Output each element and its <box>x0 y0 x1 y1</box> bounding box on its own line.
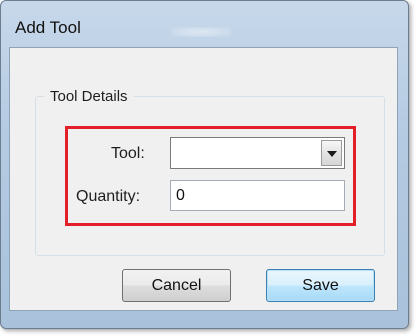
save-button[interactable]: Save <box>266 269 375 302</box>
dialog-title: Add Tool <box>15 18 81 37</box>
tool-label: Tool: <box>111 145 145 162</box>
cancel-button[interactable]: Cancel <box>122 269 231 302</box>
tool-dropdown-button[interactable] <box>321 140 342 166</box>
quantity-label: Quantity: <box>76 188 141 205</box>
tool-combobox[interactable] <box>170 137 345 169</box>
add-tool-dialog: Add Tool Tool Details Tool: Quantity: 0 … <box>0 0 409 329</box>
title-bar-glow <box>171 27 231 37</box>
title-bar[interactable]: Add Tool <box>1 1 408 45</box>
quantity-field[interactable]: 0 <box>170 180 345 211</box>
dialog-body: Tool Details Tool: Quantity: 0 Cancel Sa… <box>9 47 398 311</box>
chevron-down-icon <box>327 151 337 157</box>
groupbox-legend: Tool Details <box>44 88 134 105</box>
